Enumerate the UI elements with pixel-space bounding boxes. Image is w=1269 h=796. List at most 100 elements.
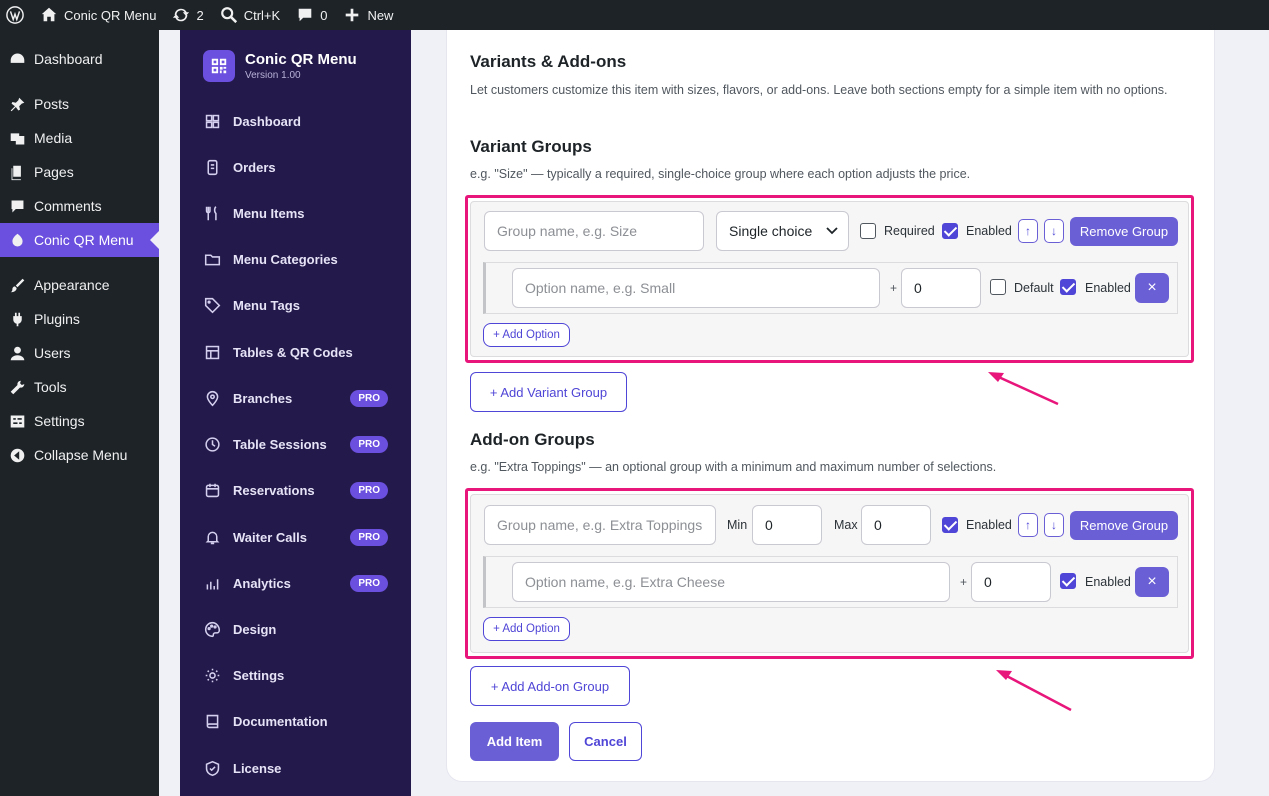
variant-option-enabled-checkbox[interactable] — [1060, 279, 1076, 295]
addon-enabled-label: Enabled — [966, 518, 1012, 532]
addon-price-plus-sign: + — [960, 575, 968, 589]
wp-menu-dashboard[interactable]: Dashboard — [0, 42, 159, 76]
utensils-icon — [205, 206, 217, 221]
table-icon — [205, 345, 220, 360]
new-content-link[interactable]: New — [335, 0, 401, 30]
remove-option-button[interactable]: × — [1135, 273, 1169, 303]
plugin-nav-orders[interactable]: Orders — [204, 159, 388, 176]
wp-menu-appearance[interactable]: Appearance — [0, 268, 159, 302]
plugin-nav-label: Tables & QR Codes — [233, 345, 353, 360]
add-variant-option-button[interactable]: + Add Option — [483, 323, 570, 347]
plugin-nav-dashboard[interactable]: Dashboard — [204, 113, 388, 130]
highlight-arrow-icon — [988, 372, 1059, 406]
addon-option-enabled-label: Enabled — [1085, 575, 1131, 589]
plugin-nav-label: Menu Categories — [233, 252, 338, 267]
required-label: Required — [884, 224, 935, 238]
add-addon-option-button[interactable]: + Add Option — [483, 617, 570, 641]
plugin-nav-menu-tags[interactable]: Menu Tags — [204, 297, 388, 314]
settings-icon — [10, 415, 25, 427]
variant-option-price-value: 0 — [914, 280, 922, 296]
wp-menu-users[interactable]: Users — [0, 336, 159, 370]
addon-enabled-checkbox[interactable] — [942, 517, 958, 533]
wp-menu-collapse[interactable]: Collapse Menu — [0, 438, 159, 472]
wp-menu-pages[interactable]: Pages — [0, 155, 159, 189]
price-plus-sign: + — [890, 281, 898, 295]
wp-menu-plugins[interactable]: Plugins — [0, 302, 159, 336]
site-name-link[interactable]: Conic QR Menu — [32, 0, 164, 30]
cancel-button[interactable]: Cancel — [569, 722, 642, 761]
choice-type-select[interactable]: Single choice — [716, 211, 849, 251]
plugin-nav-branches[interactable]: Branches PRO — [204, 390, 388, 407]
remove-variant-group-button[interactable]: Remove Group — [1070, 217, 1178, 246]
addon-group-name-input[interactable]: Group name, e.g. Extra Toppings — [484, 505, 716, 545]
plugin-nav-label: Waiter Calls — [233, 530, 307, 545]
addon-option-enabled-checkbox[interactable] — [1060, 573, 1076, 589]
plugin-nav-analytics[interactable]: Analytics PRO — [204, 575, 388, 592]
choice-type-value: Single choice — [729, 223, 813, 239]
plugin-nav-label: Menu Tags — [233, 298, 300, 313]
addon-option-name-input[interactable]: Option name, e.g. Extra Cheese — [512, 562, 950, 602]
variant-option-price-input[interactable]: 0 — [901, 268, 981, 308]
wordpress-logo-button[interactable] — [0, 0, 32, 30]
search-link[interactable]: Ctrl+K — [212, 0, 288, 30]
admin-bar: Conic QR Menu 2 Ctrl+K 0 New — [0, 0, 1269, 30]
updates-link[interactable]: 2 — [164, 0, 211, 30]
required-checkbox[interactable] — [860, 223, 876, 239]
wp-menu-tools[interactable]: Tools — [0, 370, 159, 404]
plugin-nav-waiter-calls[interactable]: Waiter Calls PRO — [204, 529, 388, 546]
variant-option-name-input[interactable]: Option name, e.g. Small — [512, 268, 880, 308]
wordpress-icon — [6, 6, 24, 24]
plugin-nav-label: License — [233, 761, 282, 776]
addon-option-price-input[interactable]: 0 — [971, 562, 1051, 602]
plugin-nav-menu-items[interactable]: Menu Items — [204, 205, 388, 222]
plugin-brand: Conic QR Menu Version 1.00 — [180, 30, 411, 82]
max-input[interactable]: 0 — [861, 505, 931, 545]
move-down-button[interactable]: ↓ — [1044, 219, 1064, 243]
variant-group-name-input[interactable]: Group name, e.g. Size — [484, 211, 704, 251]
user-icon — [10, 346, 25, 360]
wp-menu-comments[interactable]: Comments — [0, 189, 159, 223]
wp-menu-media[interactable]: Media — [0, 121, 159, 155]
plugin-nav-menu-categories[interactable]: Menu Categories — [204, 251, 388, 268]
wp-menu-conic-qr-menu[interactable]: Conic QR Menu — [0, 223, 159, 257]
bar-chart-icon — [206, 579, 219, 590]
wp-menu-posts[interactable]: Posts — [0, 87, 159, 121]
remove-addon-group-button[interactable]: Remove Group — [1070, 511, 1178, 540]
calendar-icon — [205, 483, 220, 498]
variant-groups-heading: Variant Groups — [470, 137, 592, 156]
plus-icon — [346, 8, 359, 22]
plugin-nav-documentation[interactable]: Documentation — [204, 713, 388, 730]
pro-badge: PRO — [350, 575, 388, 592]
comments-link[interactable]: 0 — [288, 0, 335, 30]
remove-addon-option-button[interactable]: × — [1135, 567, 1169, 597]
plugin-nav-design[interactable]: Design — [204, 621, 388, 638]
variant-groups-hint: e.g. "Size" — typically a required, sing… — [470, 167, 971, 181]
section-description: Let customers customize this item with s… — [470, 83, 1168, 97]
move-up-button[interactable]: ↑ — [1018, 219, 1038, 243]
plugin-nav-license[interactable]: License — [204, 760, 388, 777]
default-checkbox[interactable] — [990, 279, 1006, 295]
min-input[interactable]: 0 — [752, 505, 822, 545]
max-label: Max — [834, 518, 858, 532]
plugin-nav-reservations[interactable]: Reservations PRO — [204, 482, 388, 499]
addon-move-down-button[interactable]: ↓ — [1044, 513, 1064, 537]
plugin-nav-settings[interactable]: Settings — [204, 667, 388, 684]
addon-move-up-button[interactable]: ↑ — [1018, 513, 1038, 537]
min-value: 0 — [765, 517, 773, 533]
addon-option-price-value: 0 — [984, 574, 992, 590]
add-item-button[interactable]: Add Item — [470, 722, 559, 761]
palette-icon — [204, 621, 221, 638]
wp-menu-settings[interactable]: Settings — [0, 404, 159, 438]
plugin-nav-tables-qr[interactable]: Tables & QR Codes — [204, 344, 388, 361]
pro-badge: PRO — [350, 436, 388, 453]
refresh-icon — [173, 8, 190, 22]
add-addon-group-button[interactable]: + Add Add-on Group — [470, 666, 630, 706]
addon-groups-heading: Add-on Groups — [470, 430, 595, 449]
add-variant-group-button[interactable]: + Add Variant Group — [470, 372, 627, 412]
variant-enabled-checkbox[interactable] — [942, 223, 958, 239]
new-label: New — [367, 7, 394, 23]
plugin-nav-label: Design — [233, 622, 277, 637]
plugin-nav-table-sessions[interactable]: Table Sessions PRO — [204, 436, 388, 453]
folder-icon — [204, 254, 221, 266]
comment-icon — [298, 8, 312, 22]
